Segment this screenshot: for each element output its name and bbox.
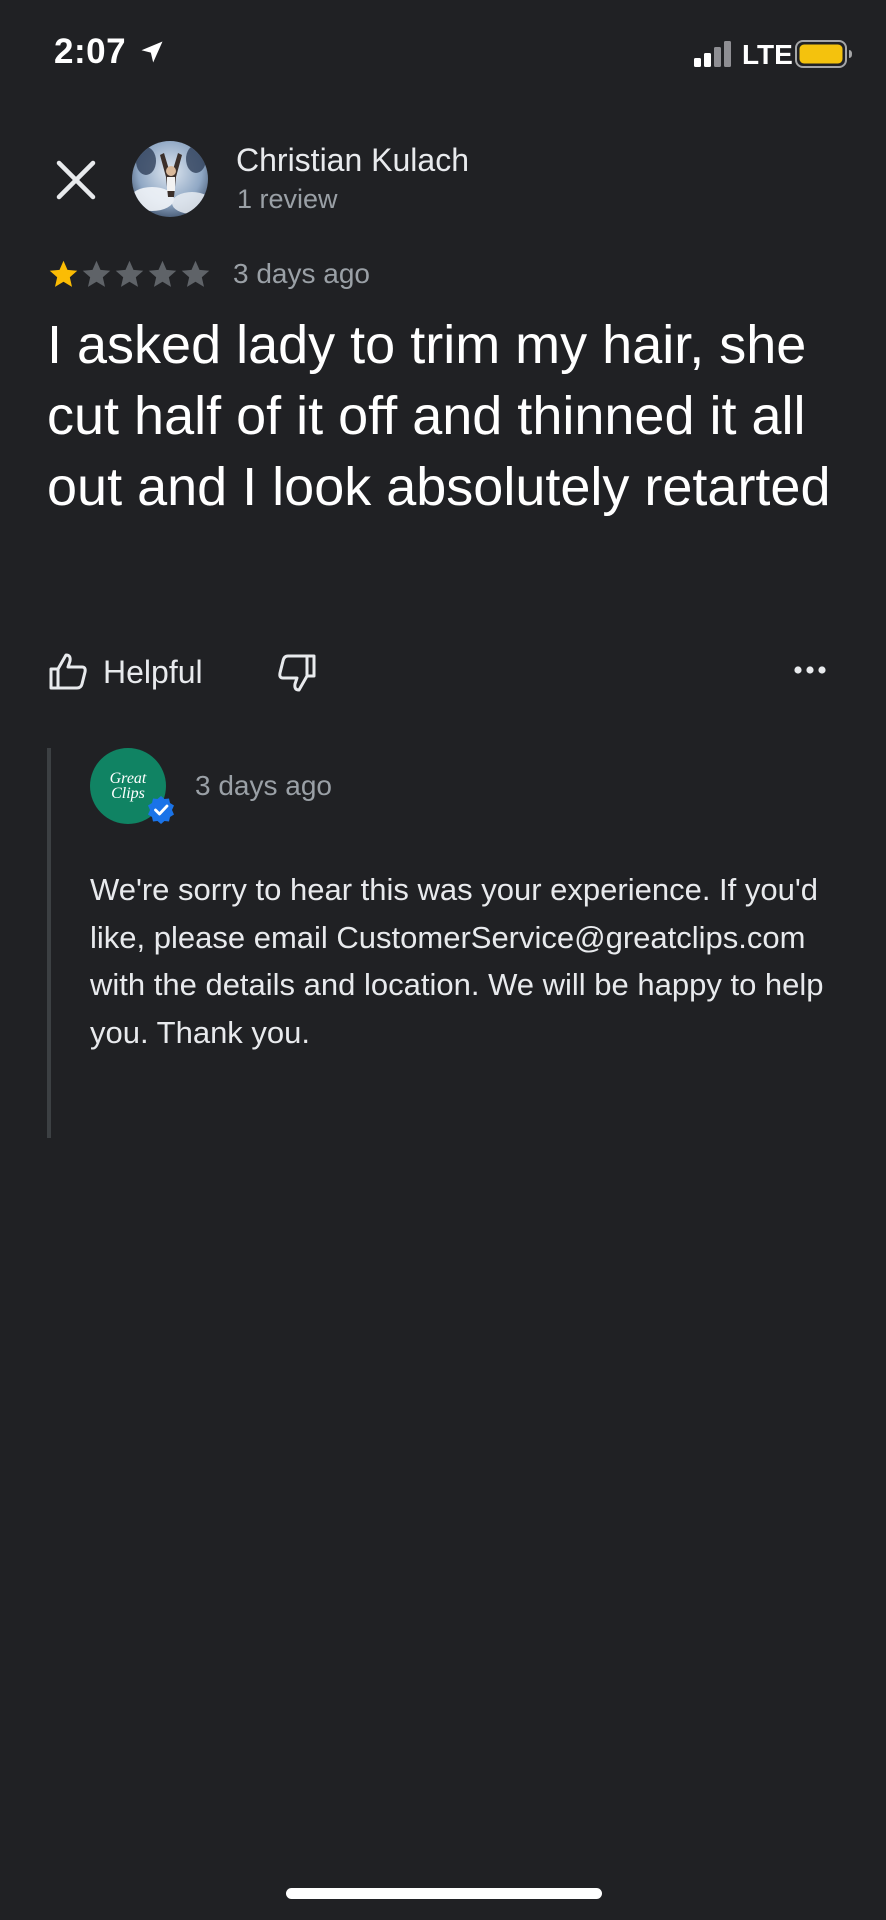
status-bar: 2:07 LTE	[0, 0, 886, 110]
thumbs-up-icon	[49, 653, 87, 690]
helpful-button[interactable]: Helpful	[47, 647, 203, 697]
more-options-icon	[794, 666, 826, 674]
signal-icon	[694, 41, 731, 67]
reply-text: We're sorry to hear this was your experi…	[90, 872, 824, 1050]
reply-date: 3 days ago	[195, 770, 332, 801]
reviewer-name[interactable]: Christian Kulach	[236, 142, 469, 179]
owner-logo-line2: Clips	[111, 785, 145, 802]
star-empty-icon	[115, 260, 144, 287]
reviewer-review-count: 1 review	[237, 184, 338, 214]
helpful-label: Helpful	[103, 653, 203, 690]
more-options-button[interactable]	[790, 650, 830, 690]
reply-divider	[47, 748, 51, 1138]
star-empty-icon	[181, 260, 210, 287]
review-text: I asked lady to trim my hair, she cut ha…	[47, 315, 831, 517]
battery-icon	[795, 40, 852, 68]
star-filled-icon	[49, 260, 78, 287]
verified-badge-icon	[148, 796, 174, 824]
star-empty-icon	[82, 260, 111, 287]
star-empty-icon	[148, 260, 177, 287]
close-button[interactable]	[46, 150, 106, 210]
close-icon	[56, 160, 96, 200]
star-rating	[47, 258, 212, 294]
reviewer-avatar[interactable]	[132, 141, 208, 217]
thumbs-down-icon	[278, 654, 316, 692]
location-arrow-icon	[141, 41, 163, 63]
review-date: 3 days ago	[233, 258, 370, 289]
home-indicator[interactable]	[286, 1888, 602, 1899]
owner-logo-line1: Great	[109, 770, 147, 787]
network-type-label: LTE	[742, 39, 793, 70]
avatar-image	[132, 141, 208, 217]
status-time: 2:07	[54, 32, 127, 71]
thumbs-down-button[interactable]	[274, 650, 318, 694]
